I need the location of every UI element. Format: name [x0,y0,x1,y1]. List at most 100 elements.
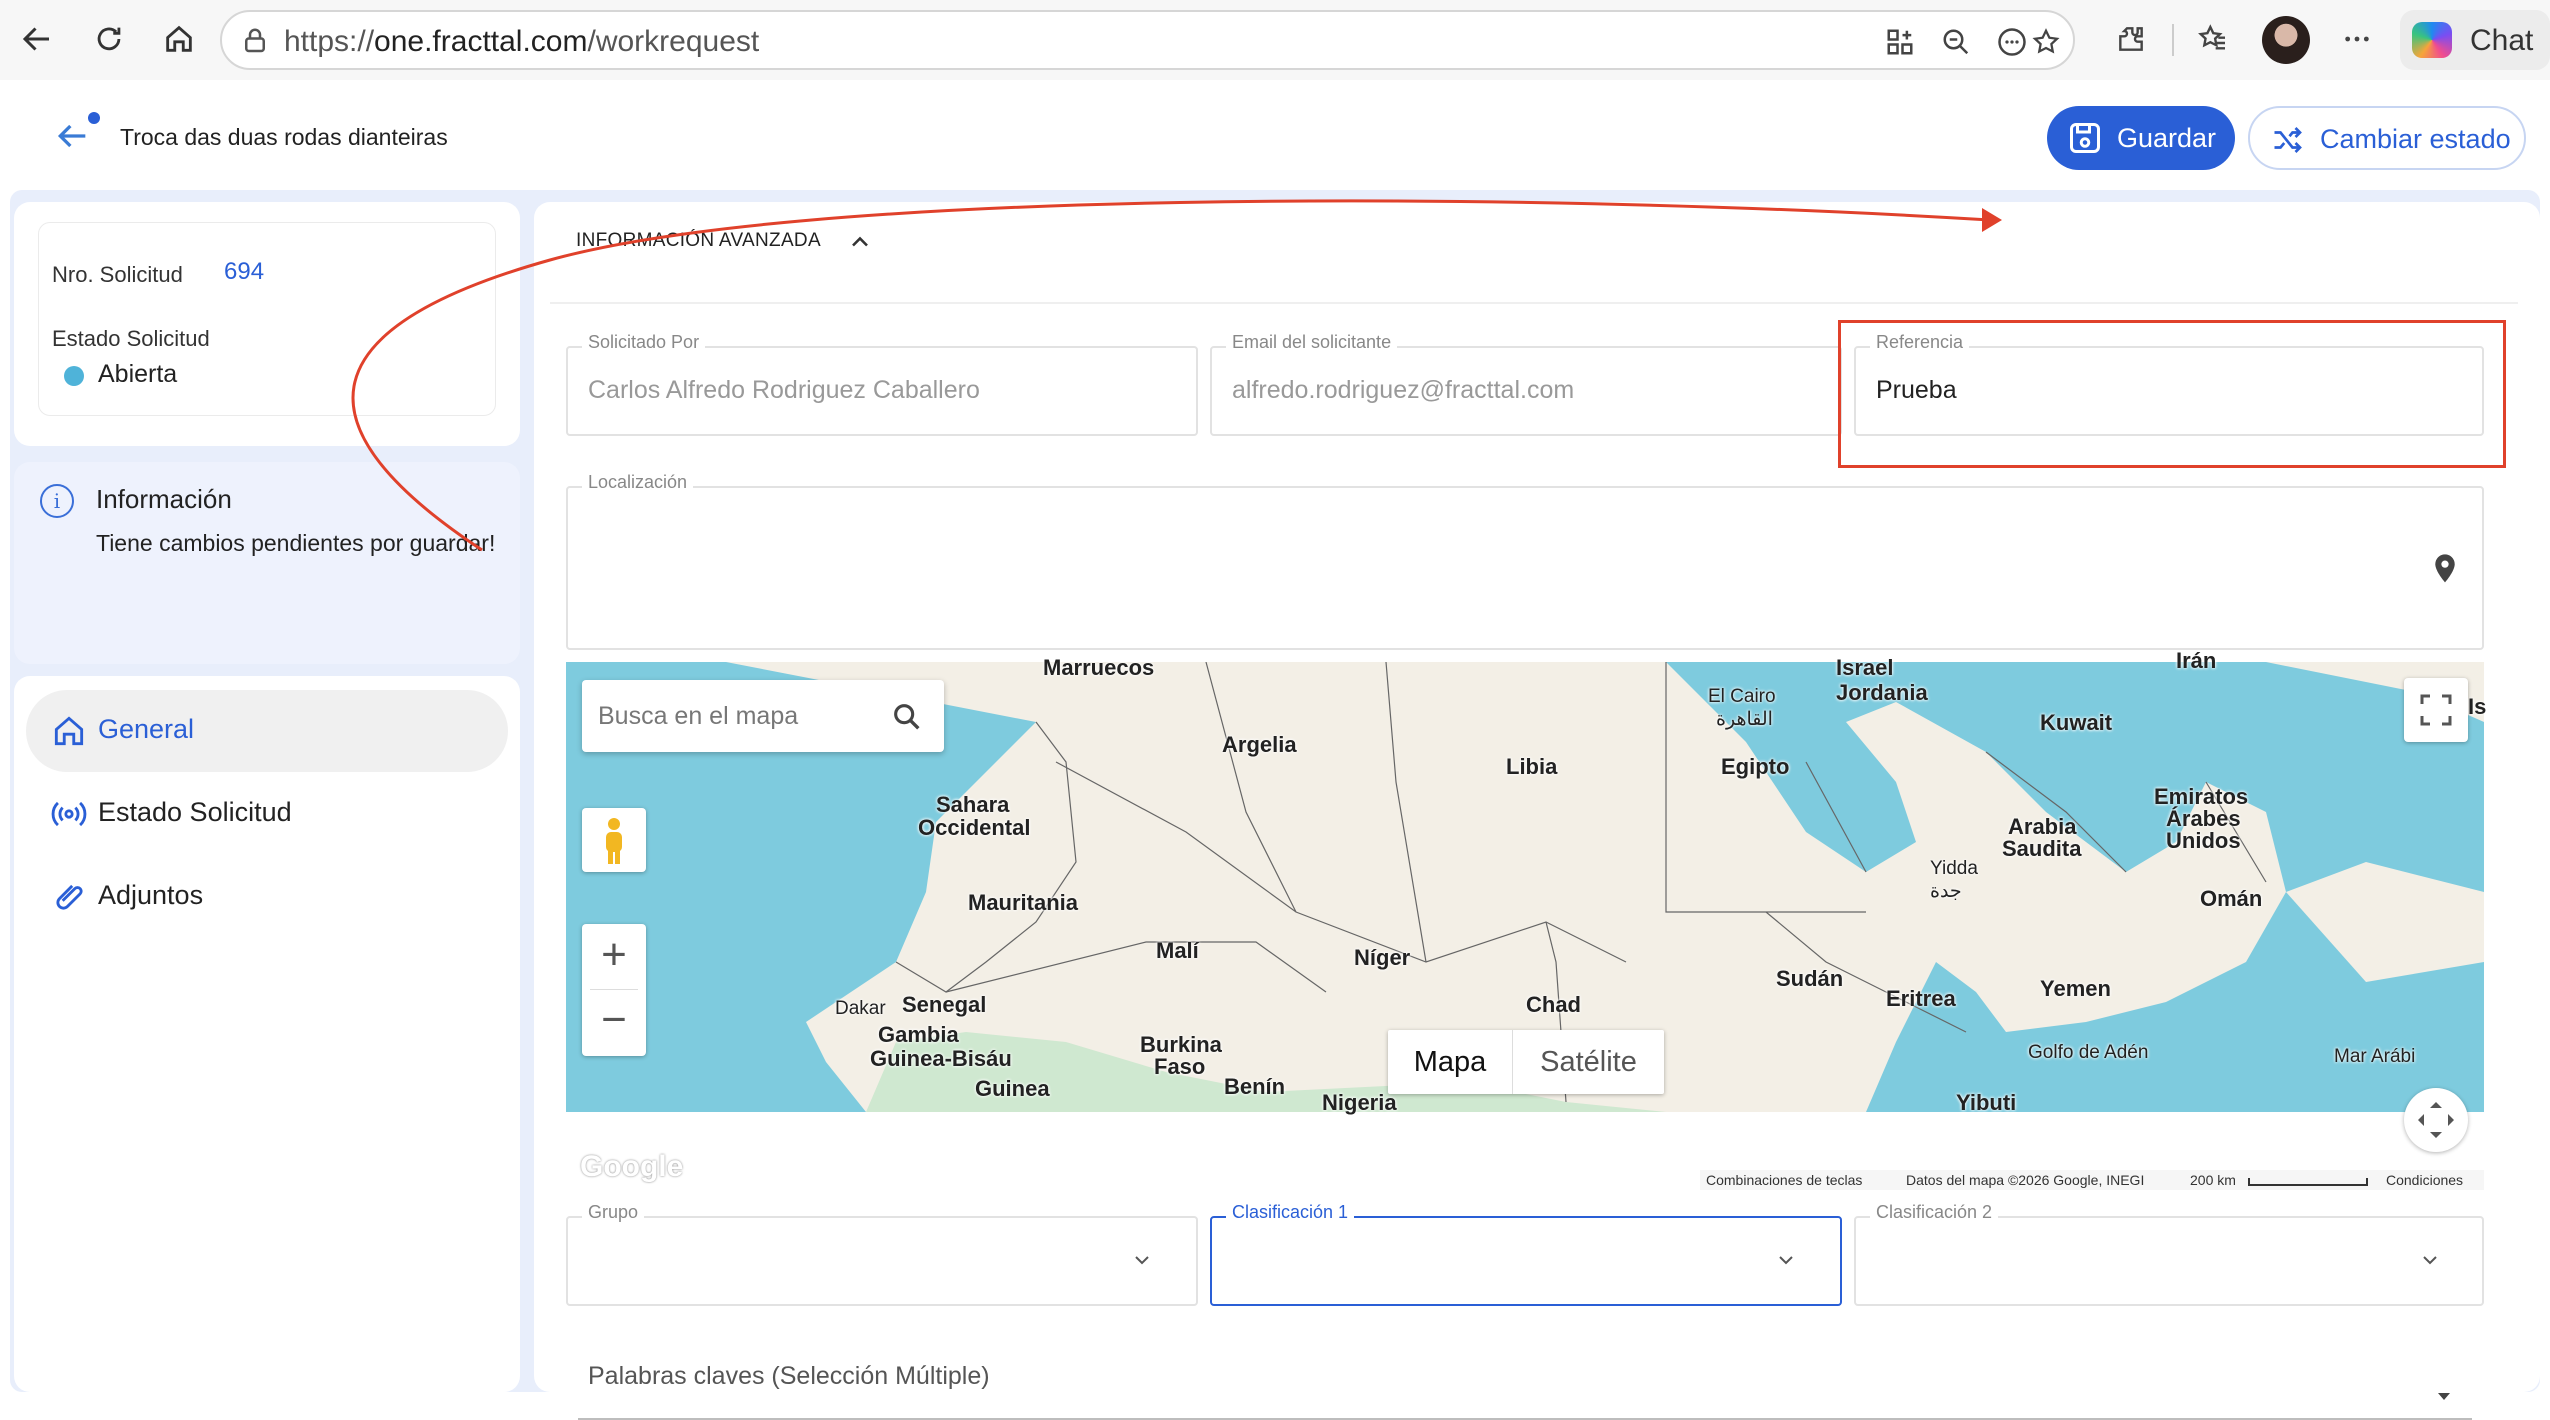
map-label-guinea: Guinea [975,1076,1050,1101]
map-label-iran: Irán [2176,648,2217,673]
palabras-claves-label: Palabras claves (Selección Múltiple) [588,1362,990,1390]
status-dot [64,366,84,386]
map-label-benin: Benín [1224,1074,1286,1099]
lock-icon [245,28,265,53]
map-label-guinea-bissau: Guinea-Bisáu [870,1046,1012,1071]
map-data-attribution: Datos del mapa ©2026 Google, INEGI [1906,1172,2145,1188]
email-label: Email del solicitante [1226,332,1398,353]
more-circle-icon[interactable] [1994,24,2030,60]
map-label-burkina-2: Faso [1154,1054,1206,1079]
map-label-oman: Omán [2200,886,2263,911]
request-summary-card [14,202,520,446]
request-status-value: Abierta [98,360,178,388]
map-keyboard-shortcuts-link[interactable]: Combinaciones de teclas [1706,1172,1862,1188]
map-label-egipto: Egipto [1721,754,1790,779]
map-label-gambia: Gambia [878,1022,959,1047]
map-label-mali: Malí [1156,938,1199,963]
nav-item-estado-solicitud[interactable]: Estado Solicitud [26,773,508,855]
map-label-libia: Libia [1506,754,1558,779]
nav-item-label: Adjuntos [98,880,204,910]
url-text: https://one.fracttal.com/workrequest [284,25,760,58]
fullscreen-icon[interactable] [2404,678,2468,742]
map-label-dakar: Dakar [835,998,886,1019]
map-type-satellite-button[interactable]: Satélite [1512,1030,1664,1094]
paperclip-icon [56,884,83,910]
chat-label: Chat [2470,24,2534,57]
profile-avatar[interactable] [2262,16,2310,64]
clasificacion-2-select[interactable] [1854,1216,2484,1306]
chevron-down-icon [1779,1256,1793,1265]
search-icon[interactable] [890,700,924,734]
map-label-jordania: Jordania [1836,680,1928,705]
app-body: Nro. Solicitud 694 Estado Solicitud Abie… [0,80,2550,1420]
camera-control-icon[interactable] [2404,1088,2468,1152]
nav-item-adjuntos[interactable]: Adjuntos [26,856,508,938]
map-label-el-cairo-ar: القاهرة [1716,709,1773,730]
map-label-yidda: Yidda [1930,858,1978,879]
map-pin-icon[interactable] [2430,552,2460,586]
reload-icon[interactable] [84,14,134,64]
home-icon [54,716,84,746]
map-scale-label: 200 km [2190,1172,2236,1188]
map-label-nigeria: Nigeria [1322,1090,1397,1115]
favorites-icon[interactable] [2190,16,2236,62]
map-search-placeholder: Busca en el mapa [598,702,799,730]
extensions-icon[interactable] [2108,16,2154,62]
map-label-kuwait: Kuwait [2040,710,2113,735]
localizacion-field[interactable] [566,486,2484,650]
solicitado-por-value: Carlos Alfredo Rodriguez Caballero [588,376,980,404]
copilot-logo-icon [2412,22,2452,58]
map-type-map-button[interactable]: Mapa [1388,1030,1512,1094]
map-label-chad: Chad [1526,992,1581,1017]
map-label-senegal: Senegal [902,992,987,1017]
map-zoom-controls: + − [582,924,646,1056]
google-logo: Google [580,1150,684,1183]
chevron-up-icon[interactable] [846,228,874,256]
zoom-out-icon[interactable] [1938,24,1974,60]
request-status-label: Estado Solicitud [52,326,210,351]
info-card [14,462,520,664]
section-title: INFORMACIÓN AVANZADA [576,230,821,251]
section-divider [550,302,2518,304]
clasificacion-1-select[interactable] [1210,1216,1842,1306]
back-arrow-icon[interactable] [12,14,62,64]
map-label-mauritania: Mauritania [968,890,1079,915]
localizacion-label: Localización [582,472,694,493]
map-scale-bar [2248,1178,2368,1186]
info-title: Información [96,484,232,514]
map-label-yidda-ar: جدة [1930,881,1962,902]
map-label-yibuti: Yibuti [1956,1090,2017,1115]
map-label-israel: Israel [1836,655,1894,680]
caret-down-icon[interactable] [2432,1384,2456,1408]
map-label-el-cairo: El Cairo [1708,686,1776,707]
map-search-box[interactable]: Busca en el mapa [582,680,944,752]
star-icon[interactable] [2028,24,2064,60]
copilot-chat-button[interactable]: Chat [2400,10,2550,70]
map-label-emiratos-3: Unidos [2166,828,2241,853]
nav-item-label: General [98,714,195,744]
email-value: alfredo.rodriguez@fracttal.com [1232,376,1575,404]
map-type-control: Mapa Satélite [1388,1030,1664,1094]
home-browser-icon[interactable] [154,14,204,64]
zoom-in-button[interactable]: + [582,924,646,988]
map-label-sahara-2: Occidental [918,815,1031,840]
address-bar[interactable]: https://one.fracttal.com/workrequest [220,10,2075,70]
apps-icon[interactable] [1882,24,1918,60]
map-label-sudan: Sudán [1776,966,1844,991]
grupo-select[interactable] [566,1216,1198,1306]
nav-item-general[interactable]: General [26,690,508,772]
map-label-argelia: Argelia [1222,732,1297,757]
menu-dots-icon[interactable] [2334,16,2380,62]
zoom-out-button[interactable]: − [582,990,646,1054]
broadcast-icon [51,801,87,827]
clasificacion-1-label: Clasificación 1 [1226,1202,1355,1223]
request-number-value: 694 [224,258,265,285]
map-label-marruecos: Marruecos [1043,655,1155,680]
map-terms-link[interactable]: Condiciones [2386,1172,2463,1188]
map-label-arabia-2: Saudita [2002,836,2082,861]
solicitado-por-label: Solicitado Por [582,332,706,353]
browser-toolbar: https://one.fracttal.com/workrequest Cha… [0,0,2550,80]
clasificacion-2-label: Clasificación 2 [1870,1202,1999,1223]
street-view-pegman-icon[interactable] [582,808,646,872]
request-number-label: Nro. Solicitud [52,262,183,287]
